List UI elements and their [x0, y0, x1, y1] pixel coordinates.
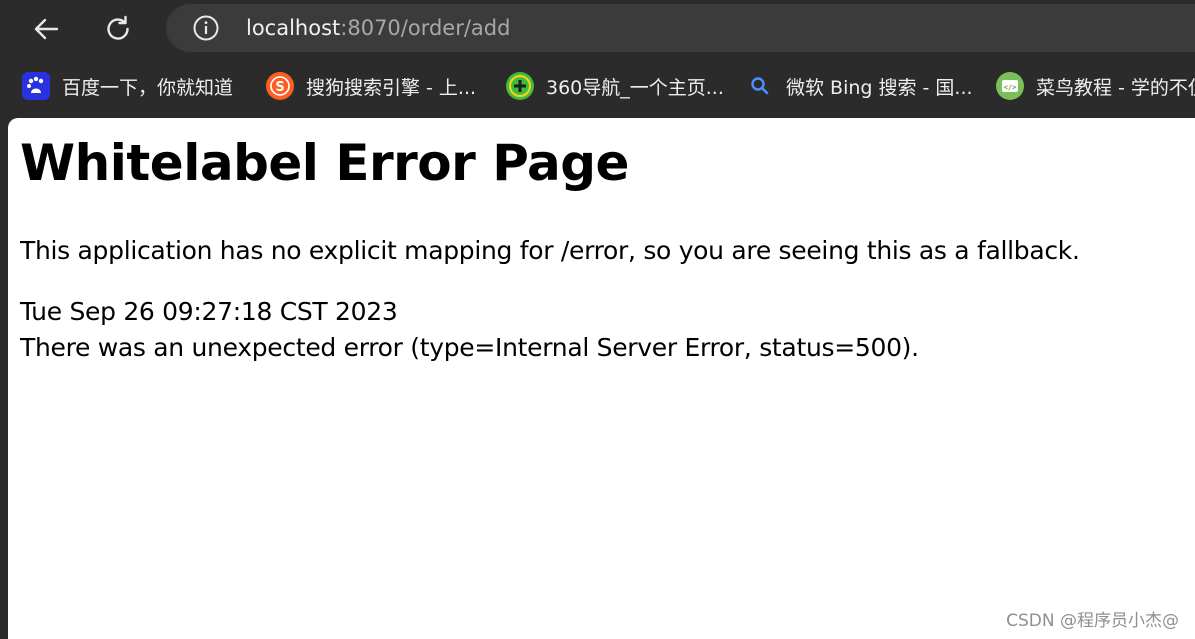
bookmark-label: 微软 Bing 搜索 - 国... — [786, 76, 973, 99]
error-message: There was an unexpected error (type=Inte… — [20, 333, 919, 362]
svg-text:S: S — [275, 80, 284, 95]
url-text[interactable]: localhost:8070/order/add — [246, 4, 510, 52]
bookmark-runoob[interactable]: </> 菜鸟教程 - 学的不仅 — [996, 70, 1195, 102]
360-icon — [506, 72, 534, 100]
watermark: CSDN @程序员小杰@ — [1006, 611, 1179, 631]
reload-icon — [103, 14, 133, 44]
url-path: :8070/order/add — [340, 16, 511, 40]
bookmarks-bar: 百度一下，你就知道 S 搜狗搜索引擎 - 上... 360导航_一个主页... — [0, 58, 1195, 116]
browser-toolbar: localhost:8070/order/add — [0, 0, 1195, 58]
bookmark-baidu[interactable]: 百度一下，你就知道 — [22, 70, 233, 102]
runoob-icon: </> — [996, 72, 1024, 100]
page-title: Whitelabel Error Page — [20, 134, 629, 192]
bookmark-label: 菜鸟教程 - 学的不仅 — [1036, 76, 1195, 99]
bookmark-sogou[interactable]: S 搜狗搜索引擎 - 上... — [266, 70, 476, 102]
bookmark-label: 360导航_一个主页... — [546, 76, 724, 99]
reload-button[interactable] — [98, 9, 138, 49]
sogou-icon: S — [266, 72, 294, 100]
search-icon — [746, 72, 774, 100]
back-button[interactable] — [26, 9, 66, 49]
error-timestamp: Tue Sep 26 09:27:18 CST 2023 — [20, 297, 398, 326]
url-host: localhost — [246, 16, 341, 40]
bookmark-label: 搜狗搜索引擎 - 上... — [306, 76, 477, 99]
svg-text:</>: </> — [1004, 84, 1017, 92]
page-content: Whitelabel Error Page This application h… — [8, 118, 1195, 639]
address-bar[interactable]: localhost:8070/order/add — [166, 4, 1195, 52]
bookmark-360[interactable]: 360导航_一个主页... — [506, 70, 724, 102]
bookmark-label: 百度一下，你就知道 — [62, 76, 234, 99]
back-arrow-icon — [31, 14, 61, 44]
bookmark-bing[interactable]: 微软 Bing 搜索 - 国... — [746, 70, 973, 102]
error-description: This application has no explicit mapping… — [20, 236, 1080, 265]
site-info-icon[interactable] — [192, 14, 220, 42]
baidu-icon — [22, 72, 50, 100]
